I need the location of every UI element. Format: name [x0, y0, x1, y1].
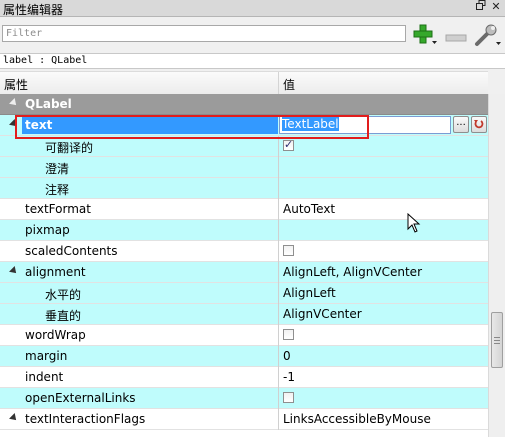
- class-label-text: label : QLabel: [3, 55, 88, 66]
- object-class-label: label : QLabel: [0, 53, 505, 69]
- property-value[interactable]: AlignLeft, AlignVCenter: [283, 265, 422, 279]
- property-name: openExternalLinks: [25, 391, 136, 405]
- expand-arrow-icon[interactable]: [9, 98, 19, 108]
- column-divider: [278, 346, 279, 367]
- scaledcontents-checkbox[interactable]: [283, 245, 294, 256]
- plus-icon[interactable]: [413, 24, 439, 49]
- column-divider: [278, 262, 279, 283]
- column-divider: [278, 367, 279, 388]
- property-row-text[interactable]: text TextLabel ...: [0, 115, 488, 136]
- property-name: text: [25, 118, 53, 132]
- wrench-icon[interactable]: [474, 23, 502, 50]
- property-row-margin[interactable]: margin 0: [0, 346, 488, 367]
- header-value[interactable]: 值: [283, 76, 295, 93]
- property-value[interactable]: AlignLeft: [283, 286, 336, 300]
- column-divider: [278, 199, 279, 220]
- selected-property-name[interactable]: text: [22, 116, 278, 134]
- column-divider: [278, 283, 279, 304]
- openexternallinks-checkbox[interactable]: [283, 392, 294, 403]
- property-row-horizontal[interactable]: 水平的 AlignLeft: [0, 283, 488, 304]
- text-value-editor[interactable]: TextLabel: [279, 116, 451, 134]
- column-divider: [278, 136, 279, 157]
- group-row-qlabel[interactable]: QLabel: [0, 94, 488, 115]
- scrollbar-thumb[interactable]: [491, 312, 503, 368]
- property-row-wordwrap[interactable]: wordWrap: [0, 325, 488, 346]
- reset-arrow-icon[interactable]: [471, 116, 487, 133]
- panel-title: 属性编辑器: [3, 3, 64, 17]
- minus-icon[interactable]: [445, 31, 467, 45]
- property-row-alignment[interactable]: alignment AlignLeft, AlignVCenter: [0, 262, 488, 283]
- column-divider: [278, 220, 279, 241]
- property-name: textFormat: [25, 202, 91, 216]
- column-divider: [278, 241, 279, 262]
- mouse-pointer-icon: [407, 212, 421, 236]
- property-row-indent[interactable]: indent -1: [0, 367, 488, 388]
- wordwrap-checkbox[interactable]: [283, 329, 294, 340]
- property-name: 注释: [45, 183, 70, 197]
- property-value[interactable]: LinksAccessibleByMouse: [283, 412, 431, 426]
- property-name: textInteractionFlags: [25, 412, 146, 426]
- expand-arrow-icon[interactable]: [9, 119, 19, 129]
- translatable-checkbox[interactable]: [283, 138, 294, 151]
- property-name: wordWrap: [25, 328, 86, 342]
- property-name: 可翻译的: [45, 141, 94, 155]
- restore-icon[interactable]: [474, 0, 488, 14]
- property-row-vertical[interactable]: 垂直的 AlignVCenter: [0, 304, 488, 325]
- property-name: 垂直的: [45, 309, 82, 323]
- header-divider: [278, 72, 279, 94]
- title-bar: 属性编辑器 ✕: [0, 0, 505, 17]
- property-name: QLabel: [25, 97, 72, 111]
- property-tree: QLabel text TextLabel ... 可翻译的 澄清 注释 tex…: [0, 94, 488, 437]
- property-row-scaledcontents[interactable]: scaledContents: [0, 241, 488, 262]
- column-divider: [278, 304, 279, 325]
- property-value[interactable]: -1: [283, 370, 295, 384]
- property-name: 水平的: [45, 288, 82, 302]
- property-name: 澄清: [45, 162, 70, 176]
- property-name: alignment: [25, 265, 86, 279]
- filter-input[interactable]: [2, 25, 406, 42]
- property-name: margin: [25, 349, 68, 363]
- property-row-translatable[interactable]: 可翻译的: [0, 136, 488, 157]
- header-property[interactable]: 属性: [4, 76, 28, 93]
- property-row-openexternallinks[interactable]: openExternalLinks: [0, 388, 488, 409]
- column-divider: [278, 157, 279, 178]
- property-row-textinteractionflags[interactable]: textInteractionFlags LinksAccessibleByMo…: [0, 409, 488, 430]
- vertical-scrollbar[interactable]: [488, 94, 505, 437]
- column-divider: [278, 409, 279, 430]
- property-row-disambiguation[interactable]: 澄清: [0, 157, 488, 178]
- property-value[interactable]: AutoText: [283, 202, 335, 216]
- filter-toolbar: [0, 17, 505, 52]
- property-name: scaledContents: [25, 244, 118, 258]
- property-value[interactable]: 0: [283, 349, 291, 363]
- expand-arrow-icon[interactable]: [9, 266, 19, 276]
- close-icon[interactable]: ✕: [489, 0, 503, 14]
- column-divider: [278, 388, 279, 409]
- more-options-button[interactable]: ...: [453, 116, 469, 133]
- column-divider: [278, 178, 279, 199]
- property-row-comment[interactable]: 注释: [0, 178, 488, 199]
- column-divider: [278, 325, 279, 346]
- expand-arrow-icon[interactable]: [9, 413, 19, 423]
- property-value[interactable]: AlignVCenter: [283, 307, 362, 321]
- column-header: 属性 值: [0, 71, 488, 95]
- property-name: pixmap: [25, 223, 70, 237]
- editor-selected-text: TextLabel: [282, 117, 339, 131]
- property-name: indent: [25, 370, 64, 384]
